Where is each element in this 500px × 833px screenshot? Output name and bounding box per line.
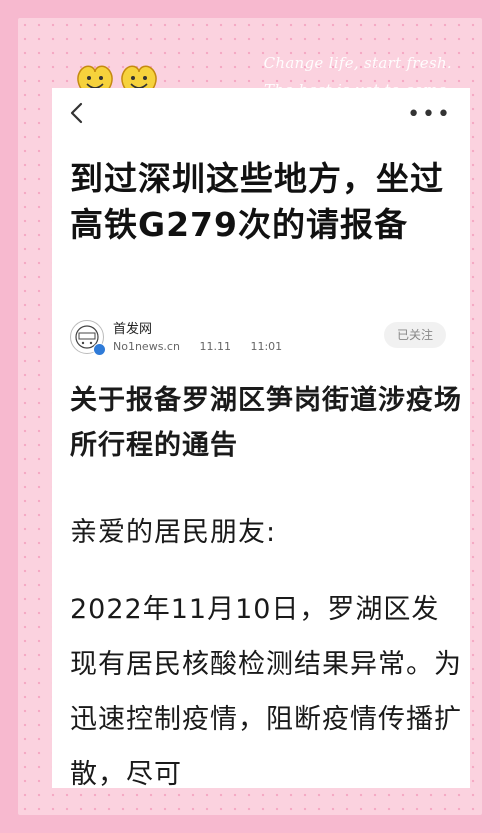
source-name[interactable]: 首发网 [113, 318, 152, 337]
publish-date: 11.11 [199, 340, 231, 353]
chevron-left-icon[interactable] [66, 100, 88, 126]
article-card: ••• 到过深圳这些地方，坐过高铁G279次的请报备 首发网 No1news.c… [52, 88, 470, 788]
more-options-button[interactable]: ••• [407, 102, 452, 127]
source-bar: 首发网 No1news.cn 11.11 11:01 已关注 [70, 316, 460, 360]
verified-badge-icon [93, 343, 106, 356]
slogan-line-1: Change life, start fresh. [263, 54, 452, 72]
top-bar: ••• [52, 88, 470, 140]
follow-button[interactable]: 已关注 [384, 322, 446, 348]
source-meta: No1news.cn 11.11 11:01 [113, 340, 298, 353]
source-domain: No1news.cn [113, 340, 180, 353]
article-title: 到过深圳这些地方，坐过高铁G279次的请报备 [70, 159, 444, 244]
publish-time: 11:01 [250, 340, 283, 353]
article-body: 2022年11月10日，罗湖区发现有居民核酸检测结果异常。为迅速控制疫情，阻断疫… [70, 594, 462, 788]
article-greeting: 亲爱的居民朋友: [70, 517, 277, 548]
article-headline: 关于报备罗湖区笋岗街道涉疫场所行程的通告 [70, 385, 462, 461]
